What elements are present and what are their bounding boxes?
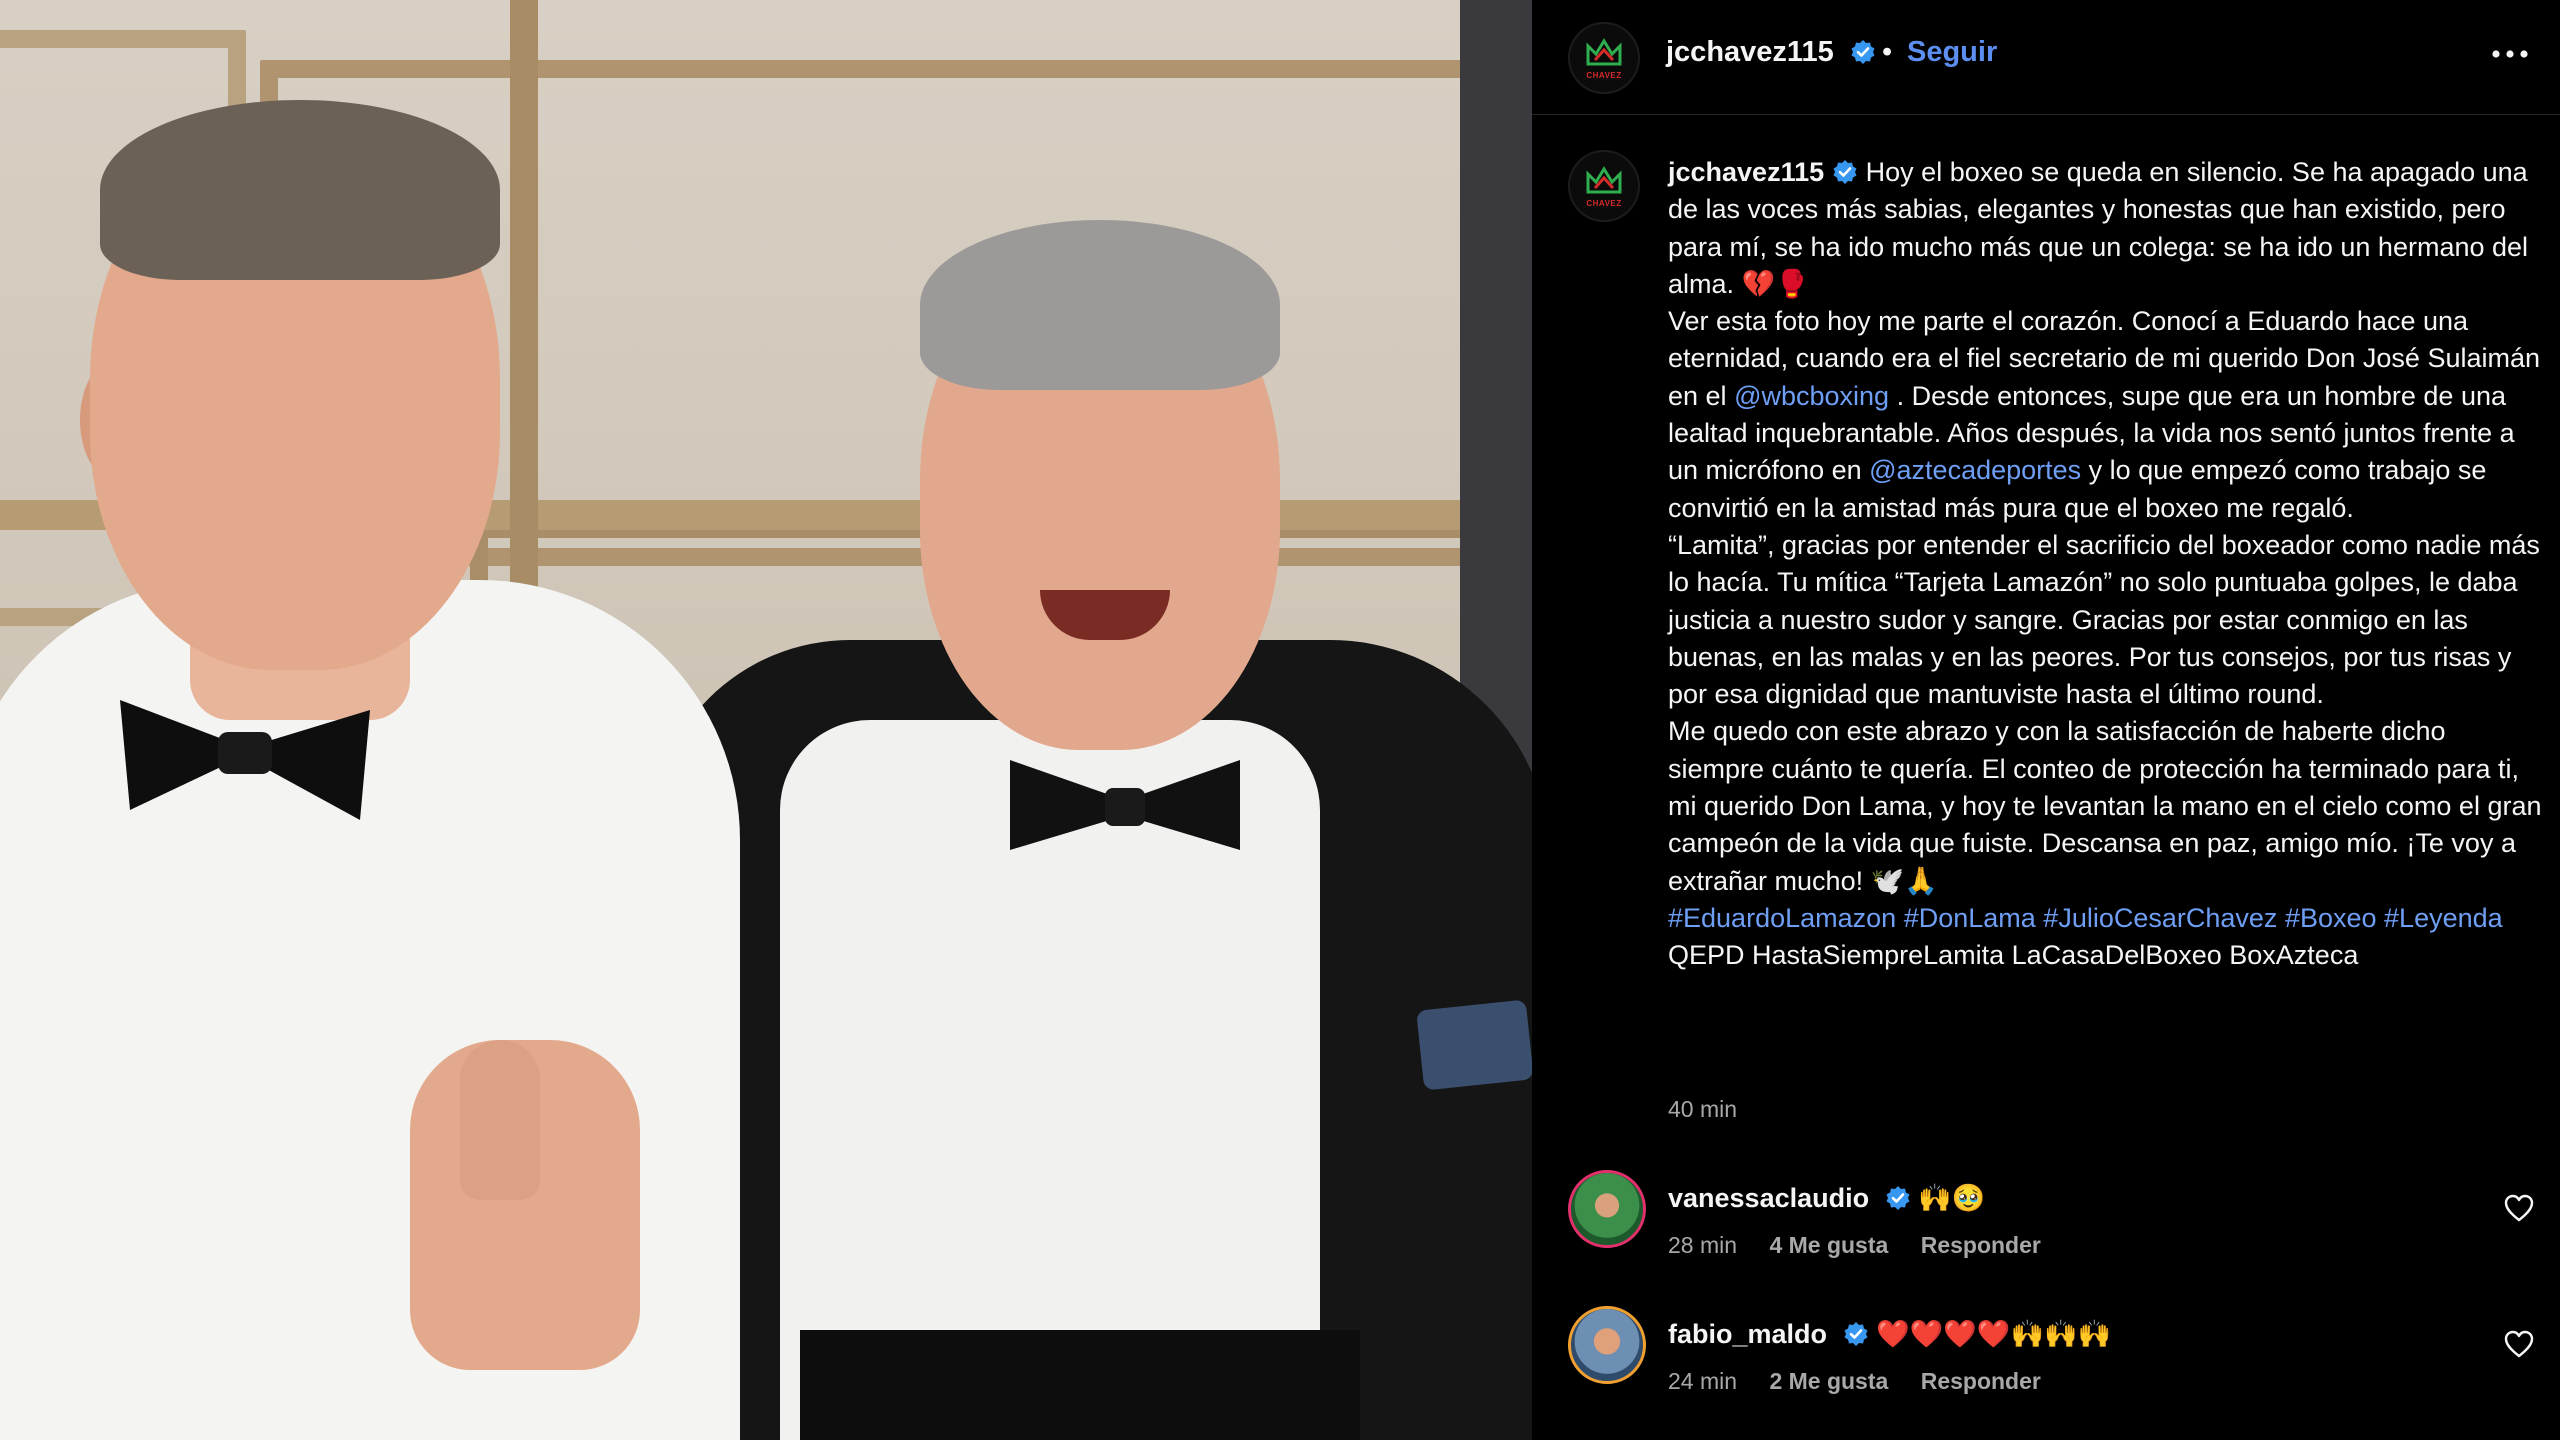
comment-likes[interactable]: 4 Me gusta — [1769, 1232, 1888, 1258]
comment-likes[interactable]: 2 Me gusta — [1769, 1368, 1888, 1394]
caption-tail: QEPD HastaSiempreLamita LaCasaDelBoxeo B… — [1668, 940, 2359, 971]
comment-username[interactable]: fabio_maldo — [1668, 1319, 1827, 1349]
post-header: CHAVEZ jcchavez115 • Seguir — [1532, 0, 2560, 115]
separator-dot: • — [1882, 36, 1893, 68]
hashtag-link[interactable]: #Leyenda — [2384, 903, 2503, 933]
heart-icon[interactable] — [2504, 1330, 2534, 1358]
post-side-panel: CHAVEZ jcchavez115 • Seguir CHAVEZ jccha… — [1532, 0, 2560, 1440]
comment-text: ❤️❤️❤️❤️🙌🙌🙌 — [1876, 1319, 2112, 1349]
phone — [1416, 999, 1532, 1091]
username[interactable]: jcchavez115 — [1666, 36, 1834, 68]
avatar[interactable] — [1568, 1306, 1646, 1384]
caption-timestamp[interactable]: 40 min — [1668, 1096, 1737, 1123]
comment: fabio_maldo ❤️❤️❤️❤️🙌🙌🙌 24 min 2 Me gust… — [1532, 1296, 2560, 1416]
heart-icon[interactable] — [2504, 1194, 2534, 1222]
avatar[interactable] — [1568, 1170, 1646, 1248]
more-options-icon[interactable] — [2490, 44, 2530, 64]
bow-tie-icon — [1010, 760, 1240, 850]
comment-author: vanessaclaudio 🙌🥹 — [1668, 1182, 1985, 1214]
mention-link[interactable]: @wbcboxing — [1734, 381, 1889, 411]
comment-meta: 24 min 2 Me gusta Responder — [1668, 1368, 2067, 1395]
crown-logo-icon — [1586, 38, 1622, 66]
comment-time[interactable]: 28 min — [1668, 1232, 1737, 1258]
reply-button[interactable]: Responder — [1921, 1368, 2041, 1394]
comment-author: fabio_maldo ❤️❤️❤️❤️🙌🙌🙌 — [1668, 1318, 2111, 1350]
avatar-logo-text: CHAVEZ — [1586, 71, 1622, 80]
avatar[interactable]: CHAVEZ — [1568, 22, 1640, 94]
avatar-logo-text: CHAVEZ — [1586, 199, 1622, 208]
comment-time[interactable]: 24 min — [1668, 1368, 1737, 1394]
hair — [920, 220, 1280, 390]
comment-username[interactable]: vanessaclaudio — [1668, 1183, 1869, 1213]
comment: vanessaclaudio 🙌🥹 28 min 4 Me gusta Resp… — [1532, 1160, 2560, 1280]
verified-badge-icon — [1844, 1322, 1868, 1346]
hashtag-link[interactable]: #JulioCesarChavez — [2043, 903, 2277, 933]
post-caption: jcchavez115 Hoy el boxeo se queda en sil… — [1668, 154, 2548, 975]
caption-paragraph: Me quedo con este abrazo y con la satisf… — [1668, 716, 2542, 896]
verified-badge-icon — [1851, 40, 1875, 64]
verified-badge-icon — [1833, 160, 1857, 184]
comment-text: 🙌🥹 — [1918, 1183, 1986, 1213]
verified-badge-icon — [1886, 1186, 1910, 1210]
hashtag-link[interactable]: #EduardoLamazon — [1668, 903, 1896, 933]
hashtag-link[interactable]: #Boxeo — [2285, 903, 2377, 933]
crown-logo-icon — [1586, 166, 1622, 194]
caption-username[interactable]: jcchavez115 — [1668, 157, 1824, 187]
hashtag-link[interactable]: #DonLama — [1904, 903, 2036, 933]
caption-avatar[interactable]: CHAVEZ — [1568, 150, 1640, 222]
post-photo[interactable] — [0, 0, 1532, 1440]
post-author[interactable]: jcchavez115 — [1666, 36, 1876, 69]
follow-button[interactable]: Seguir — [1907, 36, 1997, 69]
hair — [100, 100, 500, 280]
comment-meta: 28 min 4 Me gusta Responder — [1668, 1232, 2067, 1259]
thumb — [460, 1040, 540, 1200]
reply-button[interactable]: Responder — [1921, 1232, 2041, 1258]
mention-link[interactable]: @aztecadeportes — [1869, 455, 2081, 485]
caption-paragraph: “Lamita”, gracias por entender el sacrif… — [1668, 529, 2540, 710]
trousers — [800, 1330, 1360, 1440]
bow-tie-icon — [120, 700, 370, 820]
